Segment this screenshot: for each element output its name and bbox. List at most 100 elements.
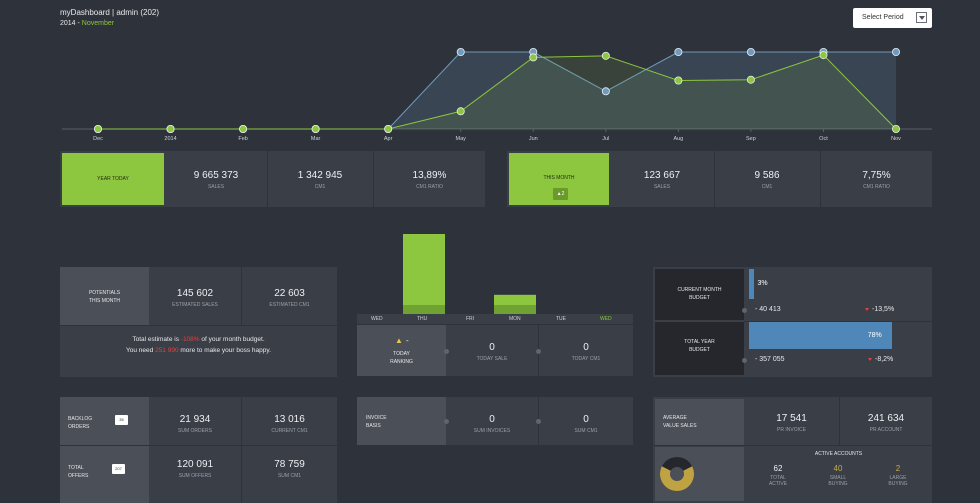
stat-pr-invoice: 17 541 PR INVOICE bbox=[776, 413, 807, 433]
weekday-label: FRI bbox=[466, 316, 475, 322]
donut-hole bbox=[670, 467, 684, 481]
budget-panel: CURRENT MONTH BUDGET 3% - 40 413 -13,5% … bbox=[653, 267, 932, 377]
x-tick-label: Feb bbox=[238, 136, 247, 142]
month-budget-progress bbox=[749, 269, 755, 299]
down-arrow-icon bbox=[868, 357, 872, 361]
year-today-panel: YEAR TODAY 9 665 373 SALES 1 342 945 CM1 1… bbox=[60, 151, 485, 207]
down-arrow-icon bbox=[865, 307, 869, 311]
data-point bbox=[819, 51, 828, 60]
x-tick-label: Mar bbox=[311, 136, 321, 142]
trophy-icon: ▲ bbox=[395, 336, 403, 345]
budget-message: Total estimate is -108% of your month bu… bbox=[126, 336, 271, 354]
data-point bbox=[746, 48, 755, 57]
connector-dot bbox=[742, 308, 747, 313]
data-point bbox=[674, 48, 683, 57]
data-point bbox=[601, 87, 610, 96]
data-point bbox=[892, 125, 901, 134]
invoice-basis-label-box[interactable]: INVOICE BASIS bbox=[357, 397, 446, 445]
backlog-orders-label-box[interactable]: BACKLOG ORDERS 35 bbox=[60, 397, 149, 445]
month-budget-label-box[interactable]: CURRENT MONTH BUDGET bbox=[655, 269, 744, 320]
data-point bbox=[892, 48, 901, 57]
weekday-label: THU bbox=[417, 316, 428, 322]
year-budget-progress-track: 78% bbox=[749, 322, 932, 349]
stat-sum-invoices: 0 SUM INVOICES bbox=[473, 414, 511, 434]
data-point bbox=[166, 125, 175, 134]
invoice-panel: INVOICE BASIS 0 SUM INVOICES 0 SUM CM1 bbox=[357, 397, 633, 445]
stat-cm1-ratio: 7,75% CM1 RATIO bbox=[862, 170, 891, 190]
weekday-bar-base bbox=[403, 305, 445, 314]
x-tick-label: 2014 bbox=[164, 136, 176, 142]
x-tick-label: Oct bbox=[819, 136, 828, 142]
stat-sum-cm1: 0 SUM CM1 bbox=[574, 414, 598, 434]
data-point bbox=[239, 125, 248, 134]
accounts-donut-box bbox=[655, 447, 744, 501]
potentials-divider bbox=[60, 325, 337, 326]
month-budget-change: -13,5% bbox=[865, 306, 894, 313]
ranking-label-box[interactable]: ▲ - TODAY RANKING bbox=[357, 325, 446, 376]
stat-estimated-sales: 145 602 ESTIMATED SALES bbox=[172, 288, 218, 308]
year-budget-label-box[interactable]: TOTAL YEAR BUDGET bbox=[655, 322, 744, 375]
ranking-value: - bbox=[406, 336, 409, 345]
stat-sum-cm1: 78 759 SUM CM1 bbox=[274, 459, 305, 479]
connector-dot bbox=[742, 358, 747, 363]
weekday-axis: WED THU FRI MON TUE WED bbox=[357, 314, 633, 324]
data-point bbox=[456, 48, 465, 57]
stat-cm1: 9 586 CM1 bbox=[754, 170, 780, 190]
stat-cm1: 1 342 945 CM1 bbox=[297, 170, 343, 190]
trophy-badge: ▲2 bbox=[553, 188, 568, 200]
x-tick-label: Sep bbox=[746, 136, 756, 142]
weekday-sales-chart bbox=[403, 234, 536, 314]
year-budget-diff: - 357 055 bbox=[755, 356, 785, 363]
data-point bbox=[674, 76, 683, 85]
this-month-label-box[interactable]: THIS MONTH ▲2 bbox=[509, 153, 609, 205]
stat-cm1-ratio: 13,89% CM1 RATIO bbox=[412, 170, 447, 190]
today-ranking-panel: ▲ - TODAY RANKING 0 TODAY SALE 0 TODAY CM1 bbox=[357, 325, 633, 376]
year-budget-pct: 78% bbox=[867, 332, 882, 339]
total-offers-count-badge: 207 bbox=[112, 464, 125, 474]
year-today-label-box[interactable]: YEAR TODAY bbox=[62, 153, 164, 205]
x-tick-label: Aug bbox=[673, 136, 683, 142]
stat-sum-offers: 120 091 SUM OFFERS bbox=[176, 459, 214, 479]
ranking-label: TODAY RANKING bbox=[390, 351, 413, 365]
account-small-buying: 40 SMALL BUYING bbox=[828, 464, 848, 487]
this-month-panel: THIS MONTH ▲2 123 667 SALES 9 586 CM1 7,75… bbox=[507, 151, 932, 207]
year-budget-label: TOTAL YEAR BUDGET bbox=[684, 339, 715, 353]
stat-pr-account: 241 634 PR ACCOUNT bbox=[867, 413, 905, 433]
stat-sales: 9 665 373 SALES bbox=[193, 170, 239, 190]
average-value-panel: AVERAGE VALUE SALES 17 541 PR INVOICE 241… bbox=[653, 397, 932, 503]
potentials-label-box[interactable]: POTENTIALS THIS MONTH bbox=[60, 267, 149, 325]
x-tick-label: Dec bbox=[93, 136, 103, 142]
month-budget-diff: - 40 413 bbox=[755, 306, 781, 313]
data-point bbox=[746, 75, 755, 84]
month-budget-progress-track: 3% bbox=[749, 269, 932, 299]
data-point bbox=[311, 125, 320, 134]
monthly-line-chart: Dec 2014 Feb Mar Apr May Jun Jul Aug Sep Oct Nov bbox=[62, 48, 932, 142]
x-tick-label: Jun bbox=[529, 136, 538, 142]
potentials-label: POTENTIALS THIS MONTH bbox=[88, 290, 121, 304]
weekday-label-today: WED bbox=[600, 316, 612, 322]
average-value-label: AVERAGE VALUE SALES bbox=[663, 415, 697, 429]
stat-current-cm1: 13 016 CURRENT CM1 bbox=[271, 414, 308, 434]
average-value-label-box[interactable]: AVERAGE VALUE SALES bbox=[655, 399, 744, 445]
x-tick-label: Apr bbox=[384, 136, 393, 142]
weekday-label: WED bbox=[371, 316, 383, 322]
account-total-active: 62 TOTAL ACTIVE bbox=[768, 464, 788, 487]
stat-today-sale: 0 TODAY SALE bbox=[476, 342, 508, 362]
orders-panel: BACKLOG ORDERS 35 21 934 SUM ORDERS 13 01… bbox=[60, 397, 337, 503]
year-today-label: YEAR TODAY bbox=[97, 176, 129, 182]
stat-today-cm1: 0 TODAY CM1 bbox=[571, 342, 601, 362]
account-large-buying: 2 LARGE BUYING bbox=[888, 464, 908, 487]
year-budget-diff-row: - 357 055 -8,2% bbox=[742, 350, 932, 370]
year-budget-change: -8,2% bbox=[868, 356, 893, 363]
stat-estimated-cm1: 22 603 ESTIMATED CM1 bbox=[269, 288, 310, 308]
x-tick-label: Jul bbox=[602, 136, 609, 142]
weekday-bar-base bbox=[494, 305, 536, 314]
total-offers-label-box[interactable]: TOTAL OFFERS 207 bbox=[60, 446, 149, 503]
weekday-label: TUE bbox=[556, 316, 566, 322]
accounts-donut-chart bbox=[660, 457, 694, 491]
invoice-basis-label: INVOICE BASIS bbox=[366, 415, 387, 429]
month-budget-pct: 3% bbox=[757, 280, 768, 287]
data-point bbox=[601, 51, 610, 60]
potentials-panel: POTENTIALS THIS MONTH 145 602 ESTIMATED S… bbox=[60, 267, 337, 377]
month-budget-diff-row: - 40 413 -13,5% bbox=[742, 300, 932, 320]
